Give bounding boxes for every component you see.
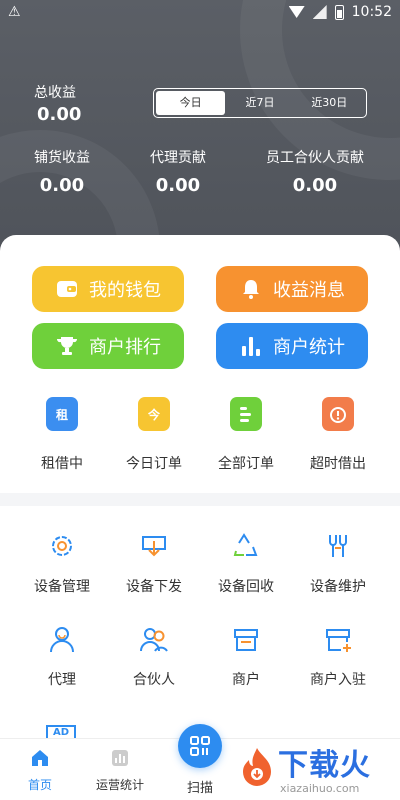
flame-logo-icon bbox=[243, 748, 271, 786]
earnings-messages-label: 收益消息 bbox=[273, 280, 345, 301]
home-icon bbox=[32, 750, 48, 766]
store-add-icon bbox=[326, 629, 351, 652]
merchant-ranking-label: 商户排行 bbox=[89, 337, 161, 358]
tab-label: 运营统计 bbox=[95, 778, 144, 792]
tool-label: 合伙人 bbox=[133, 672, 175, 688]
wifi-icon bbox=[288, 6, 305, 18]
tool-merchant[interactable]: 商户 bbox=[196, 624, 296, 689]
tool-label: 设备回收 bbox=[218, 579, 274, 595]
tool-device-maintenance[interactable]: 设备维护 bbox=[288, 531, 388, 596]
metric-label: 铺货收益 bbox=[34, 150, 90, 166]
battery-icon bbox=[334, 4, 344, 20]
list-icon bbox=[230, 397, 262, 431]
tab-operations-stats[interactable]: 运营统计 bbox=[88, 749, 152, 793]
tool-device-recycle[interactable]: 设备回收 bbox=[196, 531, 296, 596]
period-segmented-control: 今日 近7日 近30日 bbox=[153, 88, 367, 118]
partners-icon bbox=[140, 628, 168, 652]
shortcut-label: 超时借出 bbox=[310, 456, 366, 472]
scan-label: 扫描 bbox=[186, 781, 213, 796]
metric-value: 0.00 bbox=[39, 175, 85, 196]
segment-7-days[interactable]: 近7日 bbox=[225, 91, 294, 115]
trophy-icon bbox=[56, 337, 78, 355]
device-tools-section: 设备管理 设备下发 设备回收 设备维护 代理 合伙人 商户 商户入驻 AD bbox=[0, 506, 400, 741]
recycle-icon bbox=[233, 533, 258, 556]
bar-chart-icon bbox=[242, 337, 260, 356]
scan-icon bbox=[190, 736, 210, 756]
bell-icon bbox=[243, 280, 259, 299]
tool-agent[interactable]: 代理 bbox=[12, 624, 112, 689]
merchant-stats-button[interactable]: 商户统计 bbox=[216, 323, 368, 369]
person-icon bbox=[50, 627, 74, 653]
shortcut-today-orders[interactable]: 今 今日订单 bbox=[104, 397, 204, 473]
status-time: 10:52 bbox=[351, 4, 392, 20]
segment-today[interactable]: 今日 bbox=[156, 91, 226, 115]
tool-label: 设备下发 bbox=[126, 579, 182, 595]
wrench-icon bbox=[329, 535, 347, 557]
tool-label: 商户入驻 bbox=[310, 672, 366, 688]
download-tray-icon bbox=[142, 536, 166, 557]
tool-partner[interactable]: 合伙人 bbox=[104, 624, 204, 689]
merchant-ranking-button[interactable]: 商户排行 bbox=[32, 323, 184, 369]
status-bar: ⚠ 10:52 bbox=[0, 0, 400, 26]
shortcut-all-orders[interactable]: 全部订单 bbox=[196, 397, 296, 473]
gear-icon bbox=[52, 536, 72, 556]
scan-button[interactable] bbox=[178, 724, 222, 768]
metric-stock-earnings: 铺货收益 0.00 bbox=[30, 147, 94, 196]
metric-value: 0.00 bbox=[155, 175, 201, 196]
tool-label: 代理 bbox=[48, 672, 76, 688]
metric-agent-contribution: 代理贡献 0.00 bbox=[146, 147, 210, 196]
tab-home[interactable]: 首页 bbox=[20, 749, 60, 793]
warning-icon: ⚠ bbox=[8, 4, 21, 20]
tool-label: 设备管理 bbox=[34, 579, 90, 595]
shortcut-renting[interactable]: 租 租借中 bbox=[12, 397, 112, 473]
earnings-messages-button[interactable]: 收益消息 bbox=[216, 266, 368, 312]
shortcut-overdue[interactable]: 超时借出 bbox=[288, 397, 388, 473]
wallet-icon bbox=[57, 281, 77, 297]
tool-device-management[interactable]: 设备管理 bbox=[12, 531, 112, 596]
shortcut-label: 全部订单 bbox=[218, 456, 274, 472]
watermark-title: 下载火 bbox=[278, 748, 371, 783]
tool-label: 设备维护 bbox=[310, 579, 366, 595]
calendar-icon: 今 bbox=[138, 397, 170, 431]
tool-merchant-onboarding[interactable]: 商户入驻 bbox=[288, 624, 388, 689]
wallet-button-label: 我的钱包 bbox=[89, 280, 161, 301]
signal-icon bbox=[312, 5, 327, 19]
shortcut-label: 租借中 bbox=[41, 456, 83, 472]
total-earnings-value: 0.00 bbox=[37, 104, 82, 125]
alarm-icon bbox=[322, 397, 354, 431]
merchant-stats-label: 商户统计 bbox=[273, 337, 345, 358]
total-earnings-label: 总收益 bbox=[34, 85, 76, 101]
stats-icon bbox=[112, 750, 128, 766]
metric-value: 0.00 bbox=[292, 175, 338, 196]
tool-device-dispatch[interactable]: 设备下发 bbox=[104, 531, 204, 596]
shortcut-label: 今日订单 bbox=[126, 456, 182, 472]
wallet-button[interactable]: 我的钱包 bbox=[32, 266, 184, 312]
tab-label: 首页 bbox=[27, 778, 52, 792]
watermark: 下载火 xiazaihuo.com bbox=[238, 740, 398, 798]
watermark-subtitle: xiazaihuo.com bbox=[280, 782, 360, 795]
metric-partner-contribution: 员工合伙人贡献 0.00 bbox=[262, 147, 368, 196]
segment-30-days[interactable]: 近30日 bbox=[295, 91, 364, 115]
metric-label: 员工合伙人贡献 bbox=[266, 150, 364, 166]
tool-label: 商户 bbox=[232, 672, 260, 688]
renting-icon: 租 bbox=[46, 397, 78, 431]
store-icon bbox=[234, 629, 258, 651]
metric-label: 代理贡献 bbox=[150, 150, 206, 166]
earnings-header: ⚠ 10:52 总收益 0.00 今日 近7日 近30日 铺货收益 0.00 代… bbox=[0, 0, 400, 262]
